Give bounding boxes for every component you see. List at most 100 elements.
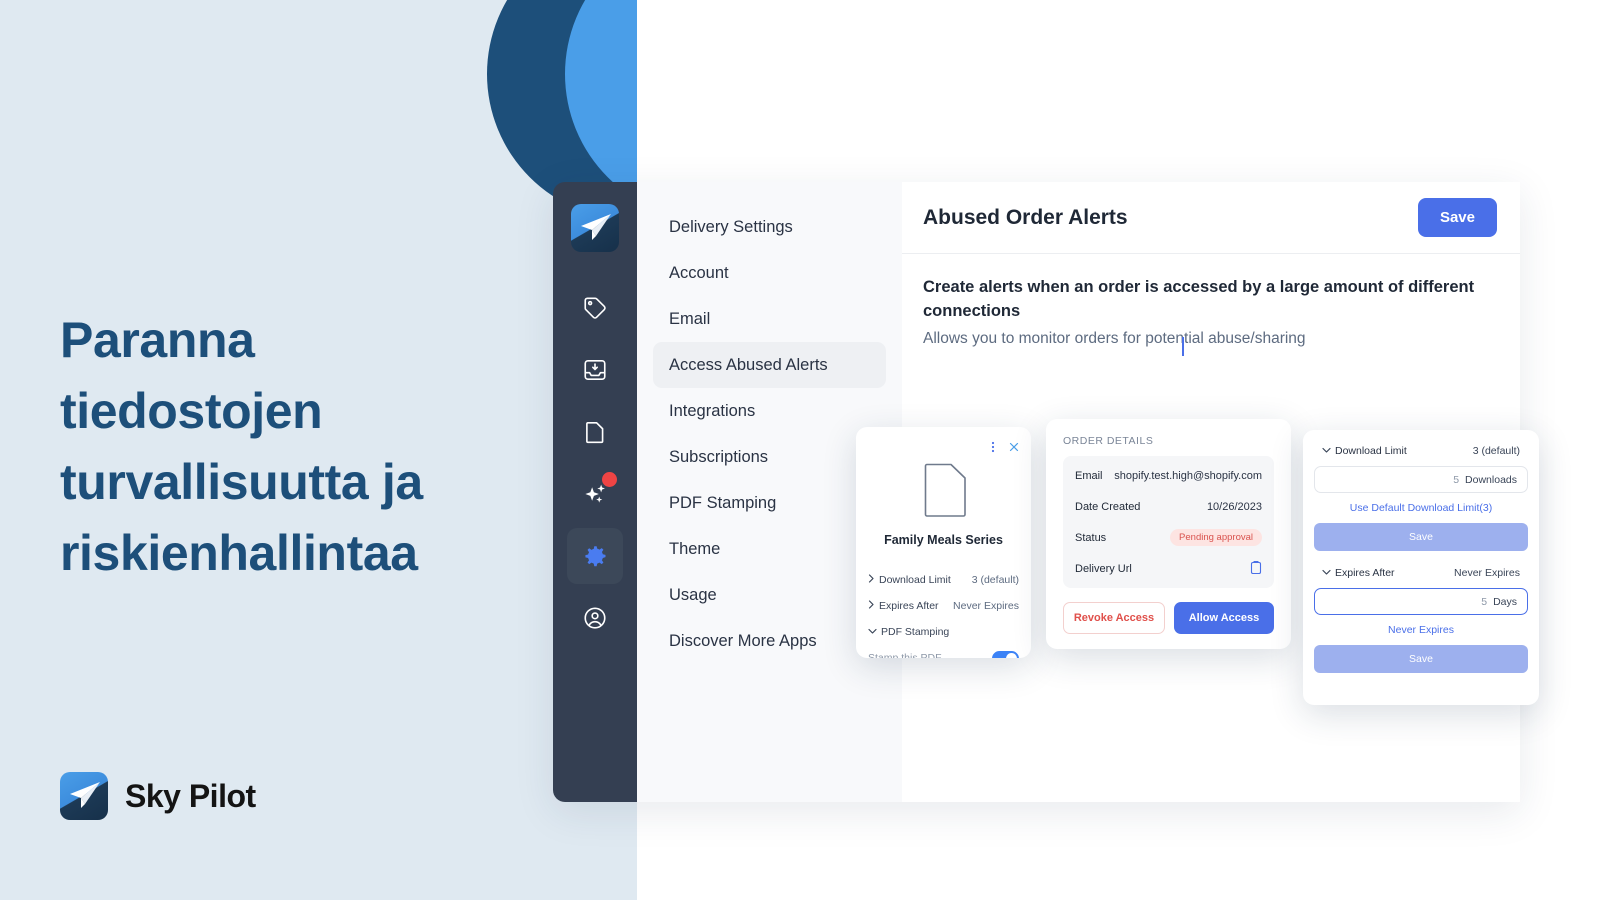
order-row-value: shopify.test.high@shopify.com (1114, 469, 1262, 482)
file-row-label: PDF Stamping (881, 626, 950, 638)
access-settings-card: Download Limit 3 (default) 5 Downloads U… (1303, 430, 1539, 705)
rail-item-downloads[interactable] (567, 342, 623, 398)
order-row-label: Delivery Url (1075, 562, 1132, 575)
file-row-pdf-stamping[interactable]: PDF Stamping (856, 619, 1031, 645)
nav-item-theme[interactable]: Theme (653, 526, 886, 572)
expires-after-label: Expires After (1335, 567, 1395, 579)
expires-after-input-value: 5 (1481, 595, 1488, 608)
expires-after-input-unit: Days (1493, 595, 1517, 608)
nav-item-delivery-settings[interactable]: Delivery Settings (653, 204, 886, 250)
expires-after-header[interactable]: Expires After Never Expires (1314, 562, 1528, 584)
file-detail-card: Family Meals Series Download Limit 3 (de… (856, 427, 1031, 658)
file-row-download-limit[interactable]: Download Limit 3 (default) (856, 567, 1031, 593)
nav-label: Discover More Apps (669, 631, 817, 650)
nav-item-discover-more-apps[interactable]: Discover More Apps (653, 618, 886, 664)
copy-icon[interactable] (1250, 560, 1262, 577)
pane-body: Create alerts when an order is accessed … (902, 254, 1520, 348)
never-expires-link[interactable]: Never Expires (1314, 624, 1528, 636)
pane-sub-text: Allows you to monitor orders for potenti… (923, 329, 1306, 347)
chevron-down-icon (868, 626, 877, 638)
file-row-stamp-toggle[interactable]: Stamp this PDF (856, 645, 1031, 658)
sky-pilot-logo-icon (60, 772, 108, 820)
nav-item-integrations[interactable]: Integrations (653, 388, 886, 434)
file-row-expires-after[interactable]: Expires After Never Expires (856, 593, 1031, 619)
file-name: Family Meals Series (884, 533, 1003, 547)
file-row-label: Download Limit (879, 574, 951, 586)
rail-sky-pilot-logo-icon[interactable] (571, 204, 619, 252)
chevron-right-icon (868, 574, 875, 586)
order-row-label: Status (1075, 531, 1107, 544)
nav-item-email[interactable]: Email (653, 296, 886, 342)
file-card-tools (987, 440, 1020, 458)
order-row-label: Date Created (1075, 500, 1141, 513)
use-default-download-limit-link[interactable]: Use Default Download Limit(3) (1314, 502, 1528, 514)
chevron-down-icon (1322, 445, 1331, 457)
nav-label: Theme (669, 539, 721, 558)
status-badge: Pending approval (1170, 529, 1262, 546)
pane-header: Abused Order Alerts Save (902, 182, 1520, 254)
promo-headline: Paranna tiedostojen turvallisuutta ja ri… (60, 312, 423, 581)
nav-label: Email (669, 309, 711, 328)
tag-icon (582, 295, 608, 321)
close-icon[interactable] (1008, 440, 1020, 458)
revoke-access-button[interactable]: Revoke Access (1063, 602, 1165, 634)
chevron-down-icon (1322, 567, 1331, 579)
download-limit-input[interactable]: 5 Downloads (1314, 466, 1528, 493)
order-row-email: Email shopify.test.high@shopify.com (1075, 460, 1262, 491)
download-limit-input-value: 5 (1453, 473, 1460, 486)
order-row-status: Status Pending approval (1075, 522, 1262, 553)
nav-item-subscriptions[interactable]: Subscriptions (653, 434, 886, 480)
icon-rail (553, 182, 637, 802)
file-row-value: Never Expires (953, 600, 1019, 612)
nav-label: Account (669, 263, 729, 282)
nav-item-usage[interactable]: Usage (653, 572, 886, 618)
save-button[interactable]: Save (1417, 198, 1497, 237)
stamp-this-pdf-label: Stamp this PDF (868, 652, 942, 658)
rail-item-account[interactable] (567, 590, 623, 646)
gear-icon (581, 542, 609, 570)
nav-item-pdf-stamping[interactable]: PDF Stamping (653, 480, 886, 526)
order-details-table: Email shopify.test.high@shopify.com Date… (1063, 456, 1274, 588)
brand-lockup: Sky Pilot (60, 772, 256, 820)
download-limit-label: Download Limit (1335, 445, 1407, 457)
kebab-menu-icon[interactable] (987, 440, 999, 458)
rail-item-magic[interactable] (567, 466, 623, 522)
download-limit-header[interactable]: Download Limit 3 (default) (1314, 440, 1528, 462)
nav-label: Integrations (669, 401, 756, 420)
allow-access-button[interactable]: Allow Access (1174, 602, 1274, 634)
document-icon (582, 419, 608, 445)
expires-after-value: Never Expires (1454, 567, 1520, 579)
order-details-title: ORDER DETAILS (1063, 435, 1154, 447)
text-caret (1182, 337, 1184, 356)
brand-name: Sky Pilot (125, 777, 256, 814)
chevron-right-icon (868, 600, 875, 612)
nav-label: Access Abused Alerts (669, 355, 828, 374)
order-details-card: ORDER DETAILS Email shopify.test.high@sh… (1046, 419, 1291, 649)
nav-label: Delivery Settings (669, 217, 793, 236)
rail-item-settings[interactable] (567, 528, 623, 584)
inbox-download-icon (582, 357, 608, 383)
nav-label: PDF Stamping (669, 493, 777, 512)
page-title: Abused Order Alerts (923, 205, 1128, 229)
pane-lead-text: Create alerts when an order is accessed … (923, 278, 1475, 320)
stamp-this-pdf-toggle[interactable] (992, 650, 1019, 658)
order-row-delivery-url: Delivery Url (1075, 553, 1262, 584)
file-row-label: Expires After (879, 600, 939, 612)
nav-item-access-abused-alerts[interactable]: Access Abused Alerts (653, 342, 886, 388)
order-actions: Revoke Access Allow Access (1063, 602, 1274, 634)
document-outline-icon (856, 463, 1031, 517)
nav-label: Usage (669, 585, 717, 604)
order-row-label: Email (1075, 469, 1103, 482)
download-limit-value: 3 (default) (1472, 445, 1520, 457)
account-circle-icon (582, 605, 608, 631)
expires-after-save-button[interactable]: Save (1314, 645, 1528, 673)
download-limit-save-button[interactable]: Save (1314, 523, 1528, 551)
expires-after-input[interactable]: 5 Days (1314, 588, 1528, 615)
order-row-date-created: Date Created 10/26/2023 (1075, 491, 1262, 522)
notification-badge (602, 472, 617, 487)
file-row-value: 3 (default) (971, 574, 1019, 586)
rail-item-tag[interactable] (567, 280, 623, 336)
nav-item-account[interactable]: Account (653, 250, 886, 296)
rail-item-documents[interactable] (567, 404, 623, 460)
download-limit-input-unit: Downloads (1465, 473, 1517, 486)
